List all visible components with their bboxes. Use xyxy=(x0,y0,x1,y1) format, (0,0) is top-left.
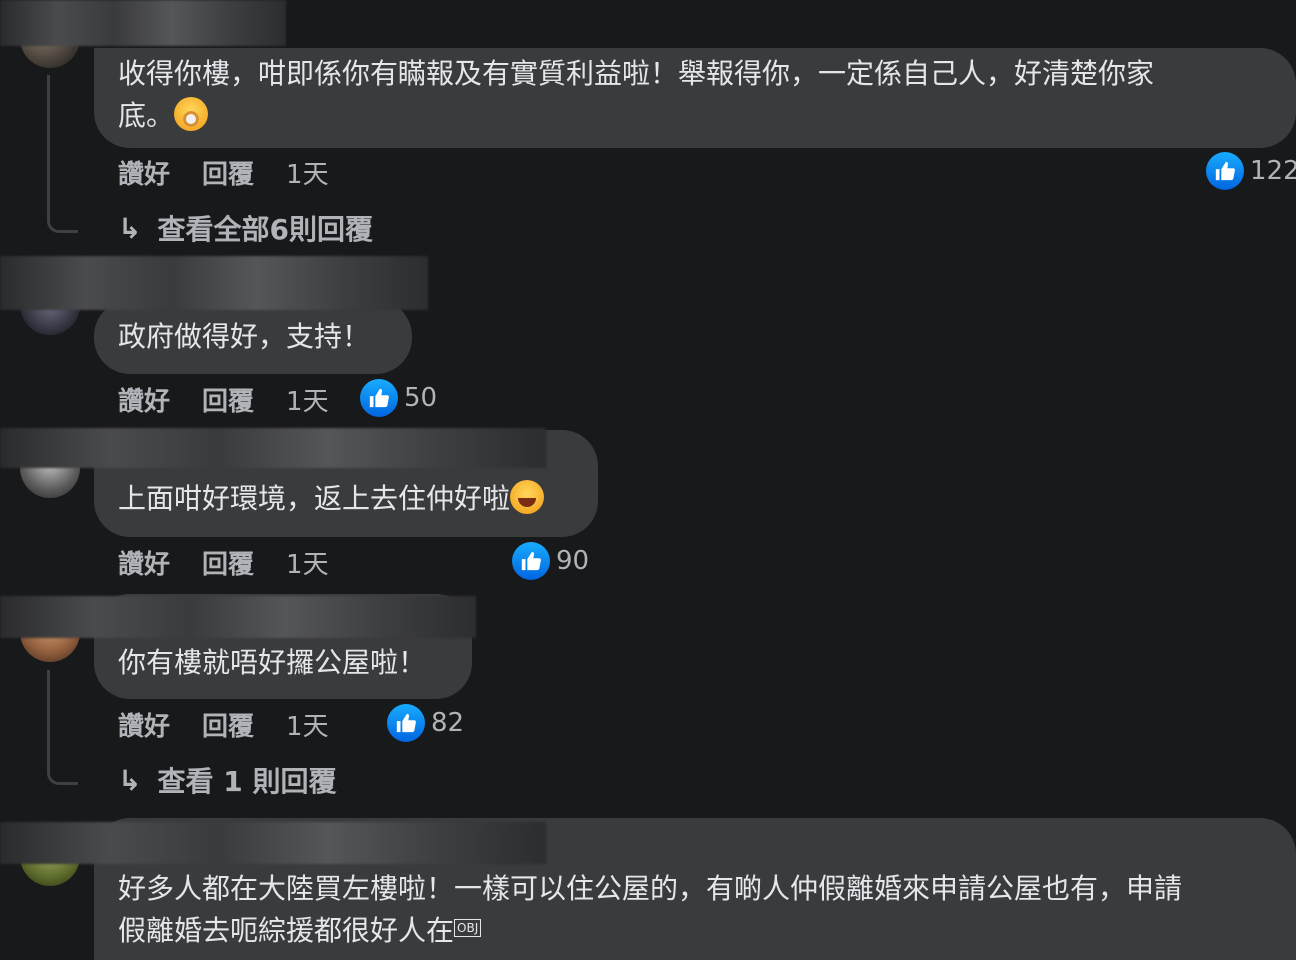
comment-text: 政府做得好，支持！ xyxy=(118,320,371,353)
blurred-name xyxy=(0,0,286,46)
reply-button[interactable]: 回覆 xyxy=(202,381,254,418)
reply-arrow-icon: ↳ xyxy=(118,763,142,797)
thread-line xyxy=(47,670,78,785)
blurred-name xyxy=(0,256,428,310)
thread-line xyxy=(47,75,78,233)
reply-button[interactable]: 回覆 xyxy=(202,154,254,191)
comment-time[interactable]: 1天 xyxy=(286,381,329,418)
comment-actions: 讚好 回覆 1天 xyxy=(118,379,365,419)
reply-button[interactable]: 回覆 xyxy=(202,706,254,743)
blurred-name xyxy=(0,428,546,468)
view-replies-link[interactable]: ↳ 查看 1 則回覆 xyxy=(118,760,336,800)
comment-bubble: 政府做得好，支持！ xyxy=(94,300,412,374)
comment-time[interactable]: 1天 xyxy=(286,706,329,743)
comment-text: 好多人都在大陸買左樓啦！一樣可以住公屋的，有啲人仲假離婚來申請公屋也有，申請 假… xyxy=(118,872,1183,947)
comment-text: 收得你樓，咁即係你有瞞報及有實質利益啦！舉報得你，一定係自己人，好清楚你家 底。 xyxy=(118,57,1155,132)
gasp-emoji-icon xyxy=(174,97,209,131)
like-button[interactable]: 讚好 xyxy=(118,706,170,743)
reaction-count[interactable]: 90 xyxy=(512,542,589,580)
reply-button[interactable]: 回覆 xyxy=(202,544,254,581)
reaction-count[interactable]: 82 xyxy=(387,704,464,742)
view-replies-link[interactable]: ↳ 查看全部6則回覆 xyxy=(118,208,373,248)
object-replacement-marker: OBJ xyxy=(454,919,482,937)
reaction-count[interactable]: 50 xyxy=(360,379,437,417)
like-button[interactable]: 讚好 xyxy=(118,381,170,418)
reaction-number: 82 xyxy=(431,708,465,738)
comment-text: 上面咁好環境，返上去住仲好啦 xyxy=(118,478,574,520)
reaction-number: 50 xyxy=(404,383,438,413)
reaction-number: 90 xyxy=(556,546,590,576)
comment-time[interactable]: 1天 xyxy=(286,154,329,191)
rolling-laugh-emoji-icon xyxy=(510,480,545,514)
view-replies-label: 查看全部6則回覆 xyxy=(157,213,373,246)
thumbs-up-icon xyxy=(360,379,398,417)
reaction-count[interactable]: 122 xyxy=(1206,152,1296,190)
thumbs-up-icon xyxy=(387,704,425,742)
comment-actions: 讚好 回覆 1天 xyxy=(118,704,365,744)
comment-actions: 讚好 回覆 1天 xyxy=(118,152,365,192)
reply-arrow-icon: ↳ xyxy=(118,211,142,245)
thumbs-up-icon xyxy=(512,542,550,580)
thumbs-up-icon xyxy=(1206,152,1244,190)
blurred-name xyxy=(0,822,546,864)
view-replies-label: 查看 1 則回覆 xyxy=(157,765,337,798)
like-button[interactable]: 讚好 xyxy=(118,154,170,191)
like-button[interactable]: 讚好 xyxy=(118,544,170,581)
reaction-number: 122 xyxy=(1250,156,1296,186)
blurred-name xyxy=(0,596,476,638)
comment-bubble: 收得你樓，咁即係你有瞞報及有實質利益啦！舉報得你，一定係自己人，好清楚你家 底。 xyxy=(94,48,1296,148)
comment-text: 你有樓就唔好攞公屋啦！ xyxy=(118,646,427,679)
comment-actions: 讚好 回覆 1天 xyxy=(118,542,365,582)
comment-time[interactable]: 1天 xyxy=(286,544,329,581)
